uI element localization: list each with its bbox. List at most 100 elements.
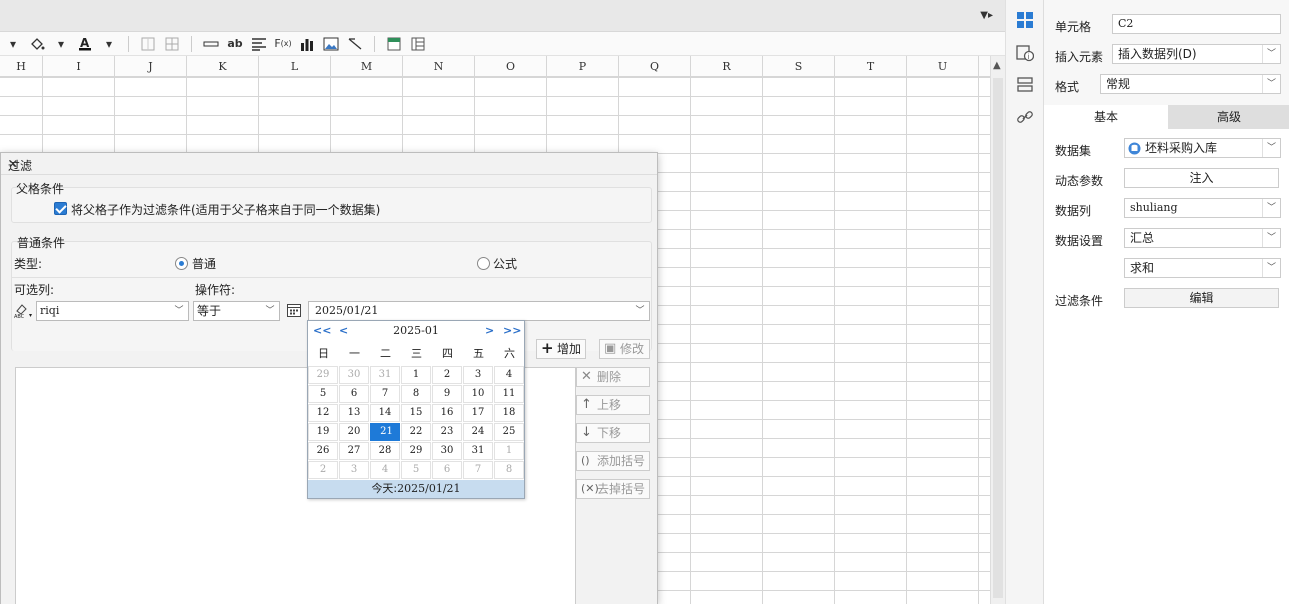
column-header[interactable]: U <box>907 56 979 77</box>
slash-icon[interactable] <box>346 34 364 54</box>
column-header[interactable]: K <box>187 56 259 77</box>
calendar-day[interactable]: 11 <box>494 385 524 403</box>
formula-icon[interactable]: F (x) <box>274 34 292 54</box>
calendar-day[interactable]: 6 <box>432 461 462 479</box>
chevron-down-icon[interactable]: ﹀ <box>1262 229 1280 247</box>
calendar-day[interactable]: 6 <box>339 385 369 403</box>
tab-basic[interactable]: 基本 <box>1044 105 1168 129</box>
cell-properties-icon[interactable] <box>1016 11 1034 29</box>
column-header[interactable]: L <box>259 56 331 77</box>
radio-normal[interactable] <box>175 257 188 270</box>
calendar-day[interactable]: 23 <box>432 423 462 441</box>
edit-filter-button[interactable]: 编辑 <box>1124 288 1279 308</box>
fill-color-icon[interactable] <box>28 34 46 54</box>
chevron-down-icon[interactable]: ﹀ <box>1262 45 1280 63</box>
datasetting-select[interactable]: 汇总 ﹀ <box>1124 228 1281 248</box>
radio-formula[interactable] <box>477 257 490 270</box>
freeze-icon[interactable] <box>385 34 403 54</box>
calendar-day[interactable]: 4 <box>370 461 400 479</box>
chevron-down-icon[interactable]: ﹀ <box>170 302 188 320</box>
column-header[interactable]: N <box>403 56 475 77</box>
column-header[interactable]: J <box>115 56 187 77</box>
calendar-day[interactable]: 21 <box>370 423 400 441</box>
calendar-day[interactable]: 31 <box>463 442 493 460</box>
add-button[interactable]: + 增加 <box>536 339 586 359</box>
column-header[interactable]: M <box>331 56 403 77</box>
element-info-icon[interactable]: i <box>1016 44 1034 62</box>
column-header[interactable]: Q <box>619 56 691 77</box>
column-header[interactable]: S <box>763 56 835 77</box>
calendar-day[interactable]: 7 <box>370 385 400 403</box>
calendar-day[interactable]: 30 <box>432 442 462 460</box>
chevron-down-icon[interactable]: ﹀ <box>1262 139 1280 157</box>
calendar-day[interactable]: 8 <box>494 461 524 479</box>
calendar-day[interactable]: 5 <box>308 385 338 403</box>
dropdown-arrow-icon[interactable]: ▾ <box>52 34 70 54</box>
calendar-day[interactable]: 20 <box>339 423 369 441</box>
border-icon[interactable] <box>139 34 157 54</box>
calendar-day[interactable]: 31 <box>370 366 400 384</box>
chevron-down-icon[interactable]: ﹀ <box>631 302 649 320</box>
calendar-icon[interactable] <box>286 302 302 318</box>
calendar-day[interactable]: 24 <box>463 423 493 441</box>
expand-toolbar-icon[interactable]: ▼▸ <box>980 10 993 21</box>
tab-advanced[interactable]: 高级 <box>1168 105 1289 129</box>
aggregate-select[interactable]: 求和 ﹀ <box>1124 258 1281 278</box>
calendar-day[interactable]: 22 <box>401 423 431 441</box>
calendar-day[interactable]: 4 <box>494 366 524 384</box>
column-type-icon[interactable]: ABC ▾ <box>14 303 34 319</box>
insert-field-icon[interactable] <box>202 34 220 54</box>
calendar-day[interactable]: 1 <box>401 366 431 384</box>
link-icon[interactable] <box>1016 108 1034 126</box>
column-header[interactable]: P <box>547 56 619 77</box>
font-color-icon[interactable]: A <box>76 34 94 54</box>
dataset-select[interactable]: 坯料采购入库 ﹀ <box>1124 138 1281 158</box>
scrollbar-thumb[interactable] <box>993 78 1003 598</box>
format-select[interactable]: 常规 ﹀ <box>1100 74 1281 94</box>
align-icon[interactable] <box>250 34 268 54</box>
calendar-day[interactable]: 12 <box>308 404 338 422</box>
calendar-day[interactable]: 10 <box>463 385 493 403</box>
parent-filter-checkbox[interactable] <box>54 202 67 215</box>
modify-button[interactable]: ▣ 修改 <box>599 339 650 359</box>
move-up-button[interactable]: ↑ 上移 <box>576 395 650 415</box>
bar-chart-icon[interactable] <box>298 34 316 54</box>
column-header[interactable]: T <box>835 56 907 77</box>
close-icon[interactable]: ✕ <box>8 157 649 171</box>
calendar-day[interactable]: 25 <box>494 423 524 441</box>
calendar-day[interactable]: 27 <box>339 442 369 460</box>
chevron-down-icon[interactable]: ﹀ <box>1262 199 1280 217</box>
chevron-down-icon[interactable]: ﹀ <box>1262 75 1280 93</box>
calendar-day[interactable]: 13 <box>339 404 369 422</box>
dropdown-arrow-icon[interactable]: ▾ <box>4 34 22 54</box>
calendar-day[interactable]: 8 <box>401 385 431 403</box>
datacol-select[interactable]: shuliang ﹀ <box>1124 198 1281 218</box>
remove-paren-button[interactable]: (✕) 去掉括号 <box>576 479 650 499</box>
scroll-up-icon[interactable]: ▲ <box>993 60 1001 71</box>
operator-select[interactable]: 等于 ﹀ <box>193 301 280 321</box>
calendar-day[interactable]: 15 <box>401 404 431 422</box>
calendar-day[interactable]: 1 <box>494 442 524 460</box>
calendar-day[interactable]: 18 <box>494 404 524 422</box>
inject-button[interactable]: 注入 <box>1124 168 1279 188</box>
column-header[interactable]: H <box>0 56 43 77</box>
calendar-day[interactable]: 9 <box>432 385 462 403</box>
calendar-day[interactable]: 19 <box>308 423 338 441</box>
calendar-day[interactable]: 28 <box>370 442 400 460</box>
calendar-day[interactable]: 2 <box>308 461 338 479</box>
column-header[interactable]: O <box>475 56 547 77</box>
insert-text-icon[interactable]: ab <box>226 34 244 54</box>
column-header[interactable]: R <box>691 56 763 77</box>
image-icon[interactable] <box>322 34 340 54</box>
calendar-day[interactable]: 3 <box>339 461 369 479</box>
next-year-button[interactable]: >> <box>503 324 521 337</box>
widget-list-icon[interactable] <box>1016 76 1034 94</box>
chevron-down-icon[interactable]: ﹀ <box>1262 259 1280 277</box>
add-paren-button[interactable]: () 添加括号 <box>576 451 650 471</box>
grid-border-icon[interactable] <box>163 34 181 54</box>
calendar-day[interactable]: 7 <box>463 461 493 479</box>
calendar-day[interactable]: 29 <box>308 366 338 384</box>
calendar-day[interactable]: 26 <box>308 442 338 460</box>
insert-element-select[interactable]: 插入数据列(D) ﹀ <box>1112 44 1281 64</box>
calendar-day[interactable]: 29 <box>401 442 431 460</box>
